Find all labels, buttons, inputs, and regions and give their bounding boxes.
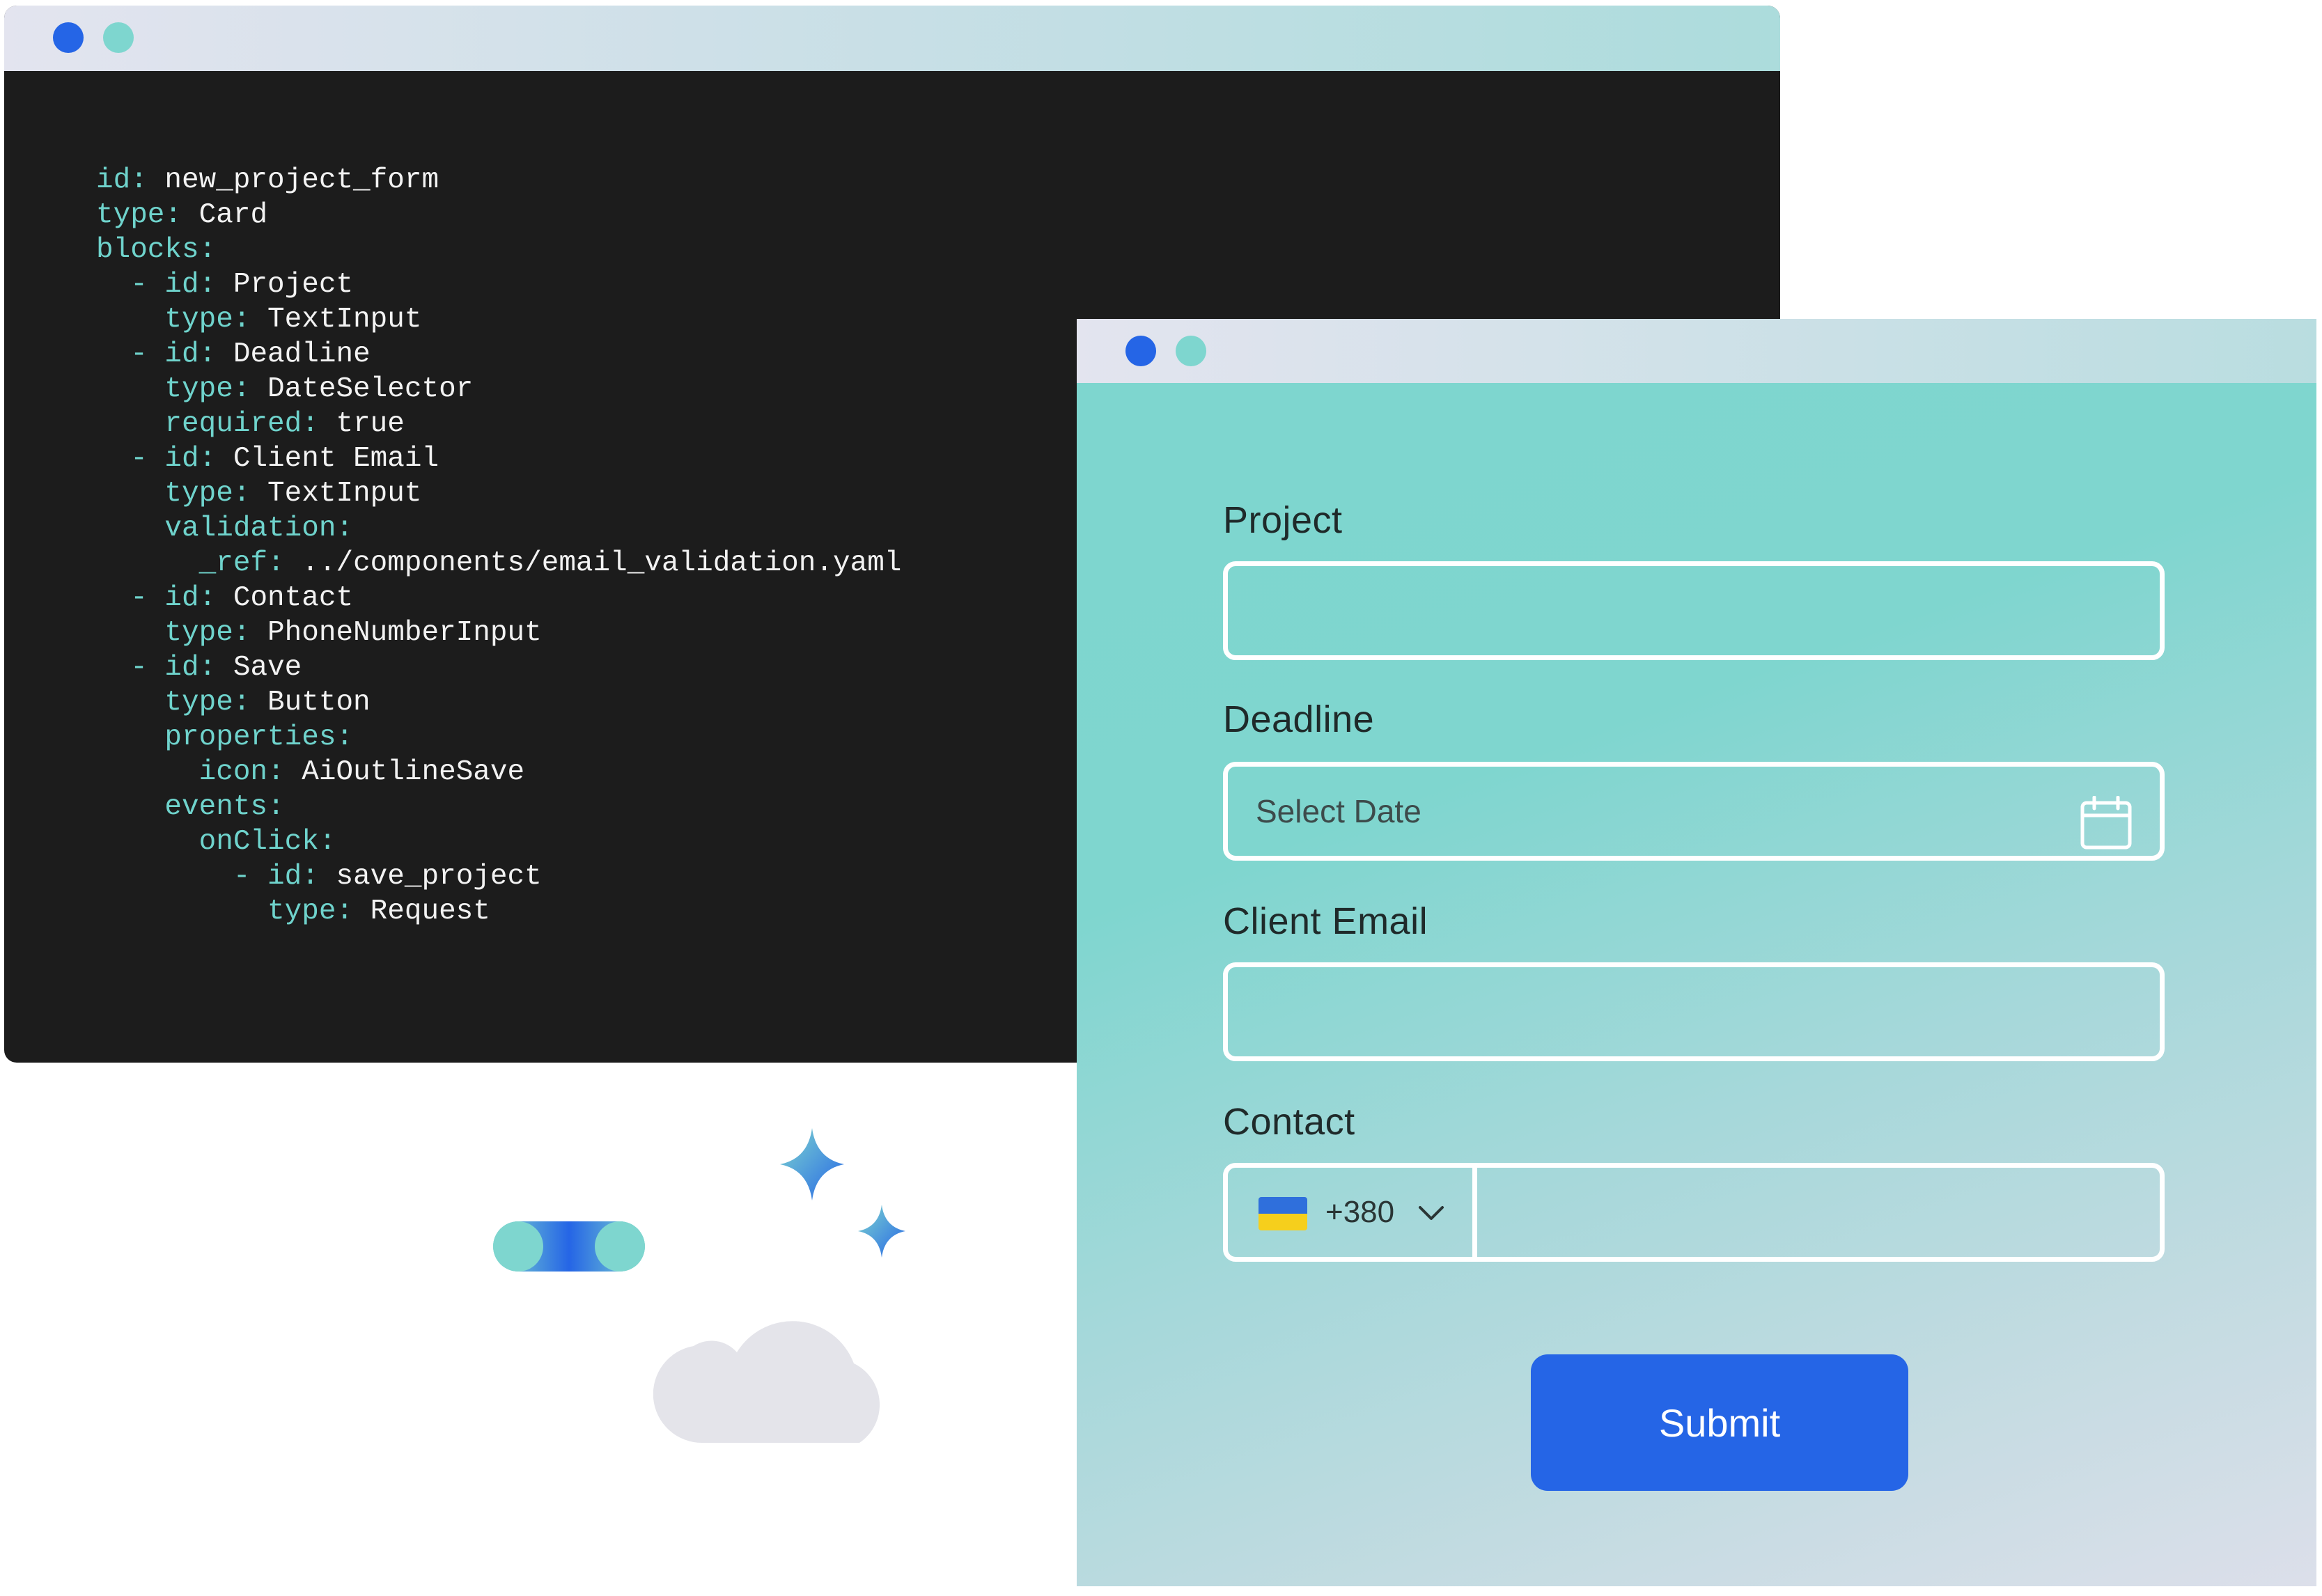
code-line: type: Card (96, 198, 901, 233)
code-line: - id: Client Email (96, 441, 901, 476)
code-value: TextInput (250, 304, 422, 336)
code-line: required: true (96, 407, 901, 441)
code-key: type: (96, 373, 251, 405)
code-line: type: PhoneNumberInput (96, 616, 901, 650)
code-value: DateSelector (250, 373, 474, 405)
code-value: Button (250, 687, 371, 719)
code-key: type: (96, 617, 251, 649)
submit-button[interactable]: Submit (1531, 1354, 1908, 1491)
code-value: AiOutlineSave (284, 756, 525, 788)
illustration-stage: id: new_project_form type: Card blocks: - … (0, 0, 2322, 1596)
code-key: type: (96, 687, 251, 719)
window-dot-blue[interactable] (53, 22, 84, 53)
code-line: icon: AiOutlineSave (96, 755, 901, 790)
code-key: blocks: (96, 234, 217, 266)
code-line: type: Button (96, 685, 901, 720)
dial-code: +380 (1325, 1195, 1395, 1229)
country-code-selector[interactable]: +380 (1228, 1168, 1477, 1257)
code-line: - id: Contact (96, 581, 901, 616)
project-label: Project (1223, 499, 1343, 541)
code-key: type: (96, 478, 251, 510)
code-value: save_project (318, 861, 542, 893)
code-value: Deadline (216, 338, 371, 370)
form-preview-window: Project Deadline Select Date Client Emai… (1077, 319, 2316, 1586)
code-value: Contact (216, 582, 354, 614)
code-value: ../components/email_validation.yaml (284, 547, 902, 579)
code-line: - id: Project (96, 267, 901, 302)
code-key: _ref: (96, 547, 285, 579)
code-line: properties: (96, 720, 901, 755)
code-line: - id: save_project (96, 859, 901, 894)
code-key: validation: (96, 513, 354, 545)
code-line: blocks: (96, 233, 901, 267)
code-key: - id: (96, 582, 217, 614)
code-key: - id: (96, 269, 217, 301)
project-input[interactable] (1223, 561, 2165, 660)
code-key: - id: (96, 338, 217, 370)
yaml-code-block: id: new_project_form type: Card blocks: - … (96, 163, 901, 929)
code-key: required: (96, 408, 319, 440)
code-line: - id: Save (96, 650, 901, 685)
code-value: new_project_form (147, 164, 439, 196)
pill-toggle-icon (493, 1221, 645, 1272)
code-line: type: Request (96, 894, 901, 929)
code-line: type: TextInput (96, 302, 901, 337)
code-key: - id: (96, 861, 319, 893)
contact-phone-input[interactable]: +380 (1223, 1163, 2165, 1262)
cloud-icon (653, 1321, 880, 1443)
code-key: properties: (96, 721, 354, 753)
deadline-label: Deadline (1223, 698, 1375, 740)
client-email-input[interactable] (1223, 962, 2165, 1061)
code-window-titlebar (4, 6, 1780, 71)
code-key: id: (96, 164, 148, 196)
client-email-label: Client Email (1223, 900, 1428, 942)
chevron-down-icon[interactable] (1417, 1203, 1445, 1223)
code-key: type: (96, 895, 354, 928)
code-value: TextInput (250, 478, 422, 510)
code-value: Card (182, 199, 268, 231)
code-value: PhoneNumberInput (250, 617, 542, 649)
code-line: validation: (96, 511, 901, 546)
code-line: _ref: ../components/email_validation.yam… (96, 546, 902, 581)
window-dot-blue[interactable] (1125, 336, 1156, 366)
code-key: events: (96, 791, 285, 823)
code-value: true (318, 408, 405, 440)
code-value: Project (216, 269, 354, 301)
code-key: onClick: (96, 826, 336, 858)
ukraine-flag-icon (1259, 1197, 1307, 1230)
code-line: - id: Deadline (96, 337, 901, 372)
code-key: - id: (96, 443, 217, 475)
code-key: icon: (96, 756, 285, 788)
code-value: Request (353, 895, 490, 928)
form-window-titlebar (1077, 319, 2316, 383)
code-value: Client Email (216, 443, 439, 475)
calendar-icon[interactable] (2080, 796, 2132, 850)
sparkle-large-icon (780, 1128, 844, 1200)
code-value: Save (216, 652, 302, 684)
deadline-date-selector[interactable]: Select Date (1223, 762, 2165, 861)
code-line: type: TextInput (96, 476, 901, 511)
contact-label: Contact (1223, 1101, 1355, 1143)
code-key: type: (96, 199, 182, 231)
code-key: type: (96, 304, 251, 336)
code-line: type: DateSelector (96, 372, 901, 407)
code-key: - id: (96, 652, 217, 684)
window-dot-teal[interactable] (103, 22, 134, 53)
code-line: events: (96, 790, 901, 824)
window-dot-teal[interactable] (1176, 336, 1206, 366)
deadline-placeholder: Select Date (1256, 793, 1421, 829)
sparkle-small-icon (858, 1205, 905, 1258)
code-line: onClick: (96, 824, 901, 859)
code-line: id: new_project_form (96, 163, 901, 198)
